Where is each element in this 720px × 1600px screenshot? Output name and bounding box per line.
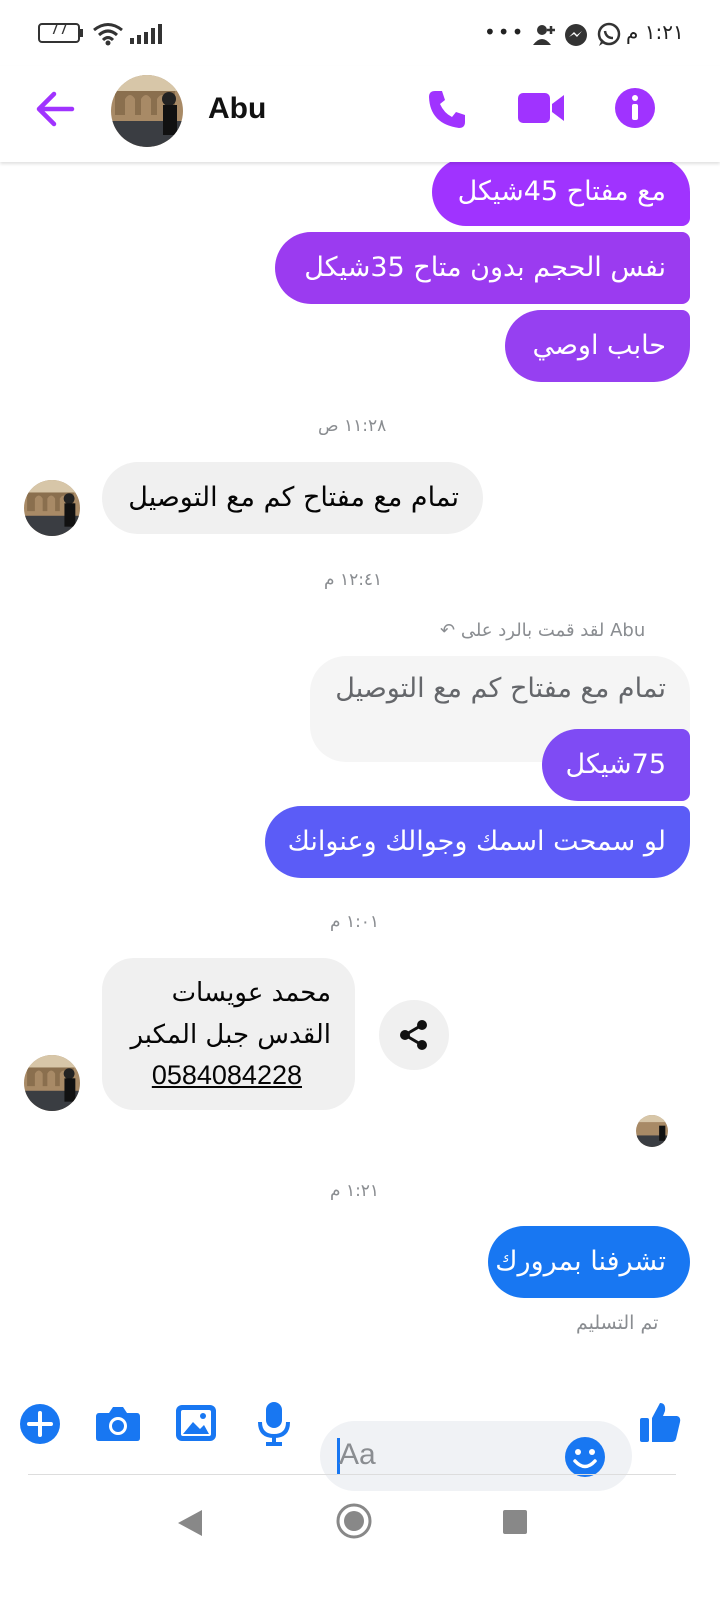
video-icon[interactable]: [516, 90, 566, 126]
nav-home-icon[interactable]: [335, 1502, 373, 1540]
contact-avatar[interactable]: [111, 75, 183, 147]
battery-level: 77: [50, 22, 68, 38]
info-icon[interactable]: [614, 87, 656, 129]
status-more-dots: •••: [484, 20, 526, 44]
chat-header: [0, 66, 720, 162]
message-bubble-out[interactable]: لو سمحت اسمك وجوالك وعنوانك: [265, 806, 690, 878]
add-contact-icon: [533, 25, 555, 45]
nav-recents-icon[interactable]: [503, 1510, 527, 1534]
contact-card-bubble[interactable]: محمد عويسات القدس جبل المكبر 0584084228: [102, 958, 355, 1110]
wifi-icon: [93, 23, 123, 46]
delivery-status: تم التسليم: [576, 1312, 659, 1334]
message-input[interactable]: Aa: [320, 1421, 632, 1491]
message-bubble-out[interactable]: حابب اوصي: [505, 310, 690, 382]
navigation-bar: [0, 1502, 720, 1600]
camera-icon[interactable]: [95, 1403, 141, 1443]
gallery-icon[interactable]: [175, 1403, 217, 1443]
microphone-icon[interactable]: [256, 1400, 292, 1446]
battery-icon: 77: [38, 22, 80, 43]
sender-avatar[interactable]: [24, 1055, 80, 1111]
status-bar: 77 ••• ١:٢١ م: [0, 0, 720, 66]
seen-indicator-avatar: [636, 1115, 668, 1147]
whatsapp-notification-icon: [597, 22, 621, 46]
contact-card-address: القدس جبل المكبر: [130, 1020, 331, 1050]
share-icon: [400, 1020, 427, 1050]
status-time: ١:٢١ م: [626, 20, 684, 44]
message-bubble-in[interactable]: تمام مع مفتاح كم مع التوصيل: [102, 462, 483, 534]
messenger-notification-icon: [565, 24, 587, 46]
plus-icon[interactable]: [18, 1402, 62, 1446]
back-arrow-icon[interactable]: [34, 88, 76, 130]
message-bubble-out[interactable]: نفس الحجم بدون متاح 35شيكل: [275, 232, 690, 304]
thumbs-up-icon[interactable]: [638, 1400, 682, 1444]
phone-icon[interactable]: [426, 88, 468, 130]
timestamp: ١٢:٤١ م: [324, 570, 383, 590]
reply-note-text: لقد قمت بالرد على Abu: [460, 620, 646, 641]
contact-card-phone-link[interactable]: 0584084228: [152, 1060, 302, 1091]
message-bubble-out[interactable]: مع مفتاح 45شيكل: [432, 158, 690, 226]
timestamp: ١:٢١ م: [330, 1181, 380, 1201]
timestamp: ١:٠١ م: [330, 912, 380, 932]
contact-name[interactable]: Abu: [208, 92, 266, 126]
divider: [28, 1474, 676, 1475]
emoji-icon[interactable]: [564, 1436, 606, 1478]
signal-icon: [130, 24, 162, 44]
timestamp: ١١:٢٨ ص: [318, 416, 387, 436]
reply-arrow-icon: ↶: [440, 620, 456, 641]
contact-card-name: محمد عويسات: [171, 978, 331, 1008]
sender-avatar[interactable]: [24, 480, 80, 536]
reply-note: ↶ لقد قمت بالرد على Abu: [440, 620, 645, 641]
message-bubble-out[interactable]: تشرفنا بمرورك: [488, 1226, 690, 1298]
nav-back-icon[interactable]: [176, 1508, 204, 1538]
share-button[interactable]: [379, 1000, 449, 1070]
message-input-placeholder: Aa: [339, 1438, 376, 1471]
message-bubble-out[interactable]: 75شيكل: [542, 729, 690, 801]
